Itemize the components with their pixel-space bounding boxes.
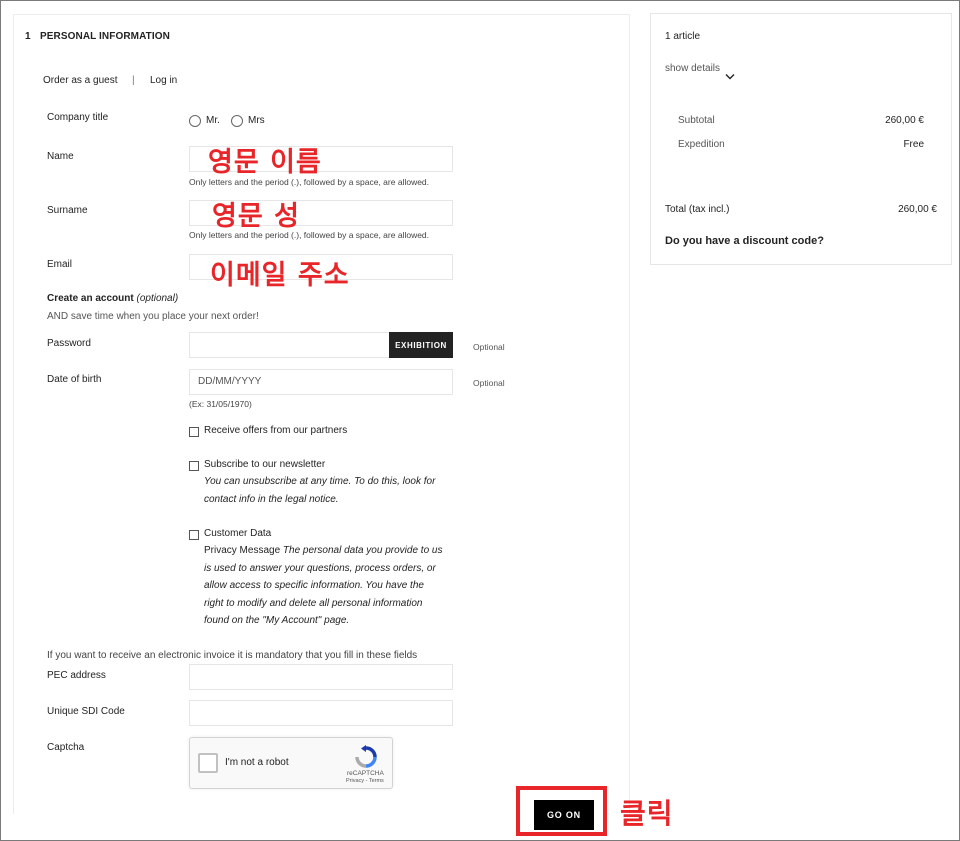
privacy-line3: allow access to specific information. Yo… [204,580,424,591]
radio-mr[interactable] [189,115,201,127]
recaptcha-brand: reCAPTCHA [347,770,384,777]
pec-input[interactable] [189,664,453,690]
go-on-button[interactable]: GO ON [534,800,594,830]
order-as-guest-link[interactable]: Order as a guest [43,75,117,86]
email-label: Email [47,259,73,270]
recaptcha-logo-icon [355,745,377,768]
click-annotation: 클릭 [620,797,674,830]
recaptcha-label: I'm not a robot [225,757,289,768]
newsletter-note-line1: You can unsubscribe at any time. To do t… [204,476,436,487]
einvoice-note: If you want to receive an electronic inv… [47,650,418,661]
privacy-line2: is used to answer your questions, proces… [204,563,436,574]
privacy-line1: Privacy Message The personal data you pr… [204,542,442,560]
radio-mr-label: Mr. [206,115,220,126]
step-title: PERSONAL INFORMATION [40,31,170,42]
dob-input[interactable]: DD/MM/YYYY [189,369,453,395]
captcha-label: Captcha [47,742,85,753]
total-value: 260,00 € [898,204,937,215]
name-annotation: 영문 이름 [208,147,322,178]
company-title-label: Company title [47,112,109,123]
customer-data-checkbox[interactable] [189,530,199,540]
offers-label: Receive offers from our partners [204,425,348,436]
log-in-link[interactable]: Log in [150,75,177,86]
sdi-input[interactable] [189,700,453,726]
newsletter-note-line2: contact info in the legal notice. [204,494,339,505]
expedition-value: Free [903,139,924,150]
show-details-link[interactable]: show details [665,63,720,74]
subtotal-label: Subtotal [678,115,715,126]
privacy-line5: found on the "My Account" page. [204,615,350,626]
name-label: Name [47,151,74,162]
dob-example: (Ex: 31/05/1970) [189,399,252,409]
create-account-heading: Create an account (optional) [47,293,178,304]
article-count: 1 article [665,31,701,42]
recaptcha-links[interactable]: Privacy - Terms [346,778,384,784]
password-label: Password [47,338,91,349]
create-account-optional: (optional) [136,293,179,304]
privacy-text-1: The personal data you provide to us [282,545,443,556]
email-annotation: 이메일 주소 [210,260,350,291]
recaptcha-widget: I'm not a robot reCAPTCHA Privacy - Term… [189,737,393,789]
expedition-label: Expedition [678,139,725,150]
subtotal-value: 260,00 € [885,115,924,126]
dob-label: Date of birth [47,374,102,385]
step-number: 1 [25,31,31,42]
personal-information-section [13,14,630,814]
password-input[interactable] [189,332,390,358]
sdi-label: Unique SDI Code [47,706,125,717]
chevron-down-icon[interactable] [725,73,735,81]
radio-mrs-label: Mrs [248,115,265,126]
surname-label: Surname [47,205,88,216]
surname-annotation: 영문 성 [212,201,300,232]
privacy-prefix: Privacy Message [204,545,281,556]
radio-mrs[interactable] [231,115,243,127]
nav-separator: | [132,75,135,86]
newsletter-checkbox[interactable] [189,461,199,471]
newsletter-label: Subscribe to our newsletter [204,459,326,470]
create-account-label: Create an account [47,293,134,304]
offers-checkbox[interactable] [189,427,199,437]
total-label: Total (tax incl.) [665,204,730,215]
password-optional: Optional [473,342,505,352]
discount-code-link[interactable]: Do you have a discount code? [665,235,824,247]
customer-data-label: Customer Data [204,528,272,539]
create-account-subtext: AND save time when you place your next o… [47,311,259,322]
pec-label: PEC address [47,670,106,681]
show-password-button[interactable]: EXHIBITION [389,332,453,358]
privacy-line4: right to modify and delete all personal … [204,598,423,609]
recaptcha-checkbox[interactable] [198,753,218,773]
dob-optional: Optional [473,378,505,388]
